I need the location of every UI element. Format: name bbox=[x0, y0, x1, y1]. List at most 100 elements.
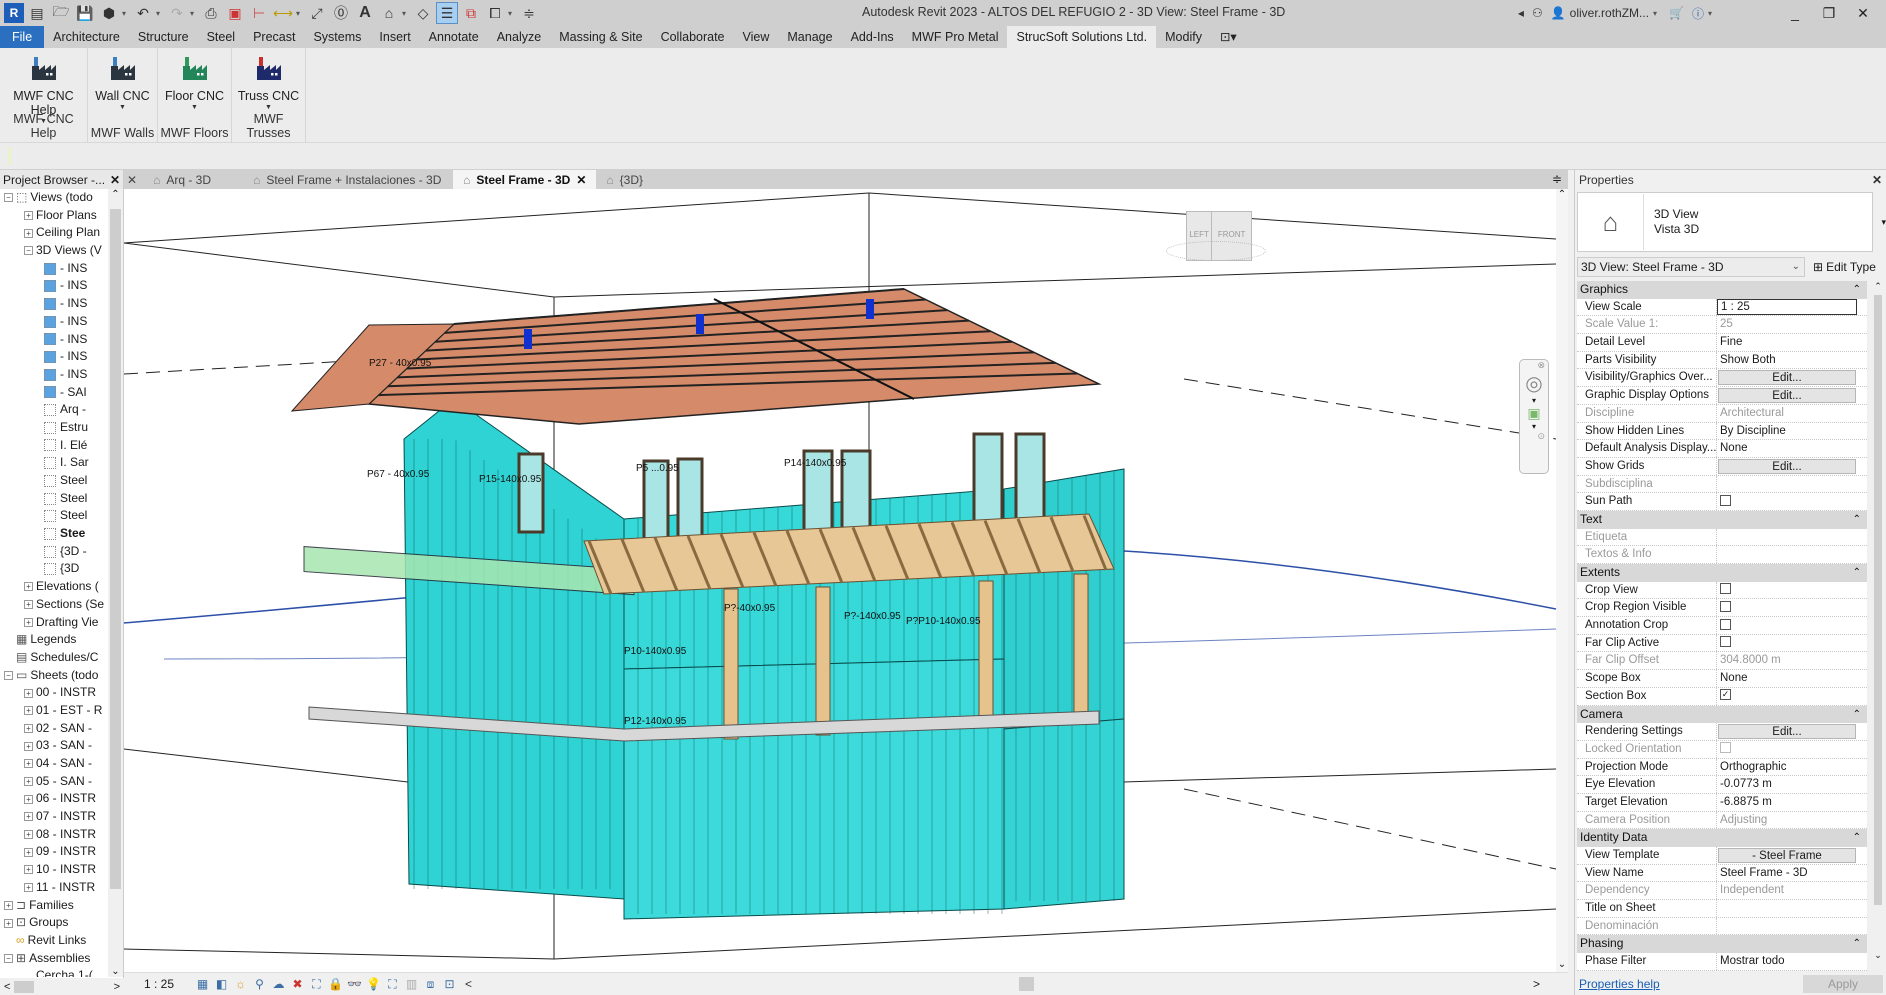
expand-icon[interactable]: + bbox=[24, 723, 33, 733]
viewcube[interactable]: LEFT FRONT bbox=[1166, 211, 1266, 261]
viewport-scroll-down-icon[interactable]: ⌄ bbox=[1556, 959, 1568, 970]
help-icon[interactable]: ⓘ ▾ bbox=[1692, 5, 1716, 22]
browser-item[interactable]: + Sections (Se bbox=[0, 596, 108, 614]
project-browser-hscroll[interactable]: < > bbox=[0, 978, 124, 995]
property-edit-button[interactable]: Edit... bbox=[1718, 724, 1856, 739]
temporary-hide-icon[interactable]: 👓 bbox=[346, 976, 363, 993]
window[interactable] bbox=[972, 432, 1004, 531]
panel-tag[interactable]: P?P10-140x0.95 bbox=[906, 616, 981, 627]
scroll-down-icon[interactable]: ⌄ bbox=[108, 966, 123, 977]
collapse-icon[interactable]: < bbox=[460, 976, 477, 993]
sync-caret-icon[interactable]: ▾ bbox=[122, 9, 130, 18]
browser-item[interactable]: +05 - SAN - bbox=[0, 773, 108, 791]
redo-caret-icon[interactable]: ▾ bbox=[190, 9, 198, 18]
browser-item[interactable]: I. Elé bbox=[0, 437, 108, 455]
browser-item[interactable]: - INS bbox=[0, 313, 108, 331]
user-menu[interactable]: 👤 oliver.rothZM... ▾ bbox=[1551, 6, 1661, 20]
property-checkbox[interactable] bbox=[1720, 494, 1731, 506]
browser-item[interactable]: +00 - INSTR bbox=[0, 684, 108, 702]
browser-item[interactable]: - SAI bbox=[0, 384, 108, 402]
expand-icon[interactable]: + bbox=[24, 777, 33, 787]
section-icon[interactable]: ◇ bbox=[412, 2, 434, 24]
browser-item[interactable]: Estru bbox=[0, 419, 108, 437]
panel-tag[interactable]: P5 ...0.95 bbox=[636, 463, 679, 474]
expand-icon[interactable]: + bbox=[4, 900, 13, 910]
expand-icon[interactable]: + bbox=[24, 759, 33, 769]
property-value[interactable]: None bbox=[1720, 672, 1748, 684]
zoom-caret-icon[interactable]: ▾ bbox=[1520, 422, 1548, 431]
crop-region-icon[interactable]: ⛶ bbox=[308, 976, 325, 993]
browser-item[interactable]: Steel bbox=[0, 507, 108, 525]
zoom-region-icon[interactable]: ▣ bbox=[1520, 405, 1548, 422]
property-value[interactable]: -0.0773 m bbox=[1720, 778, 1772, 790]
lock-view-icon[interactable]: 🔒 bbox=[327, 976, 344, 993]
collapse-icon[interactable]: − bbox=[24, 246, 33, 256]
property-value[interactable]: Show Both bbox=[1720, 354, 1776, 366]
project-browser-scroll-thumb[interactable] bbox=[110, 209, 121, 889]
expand-icon[interactable]: + bbox=[24, 830, 33, 840]
ribbon-tab-mwf-pro-metal[interactable]: MWF Pro Metal bbox=[903, 26, 1008, 48]
panel-tag[interactable]: P15-140x0.95 bbox=[479, 474, 542, 485]
ribbon-tab-structure[interactable]: Structure bbox=[129, 26, 198, 48]
expand-icon[interactable]: + bbox=[24, 600, 33, 610]
browser-item[interactable]: +04 - SAN - bbox=[0, 755, 108, 773]
browser-item[interactable]: Steel bbox=[0, 472, 108, 490]
collapse-group-icon[interactable]: ⌃ bbox=[1853, 829, 1861, 847]
browser-item[interactable]: + ⊐ Families bbox=[0, 897, 108, 915]
props-scroll-thumb[interactable] bbox=[1874, 295, 1882, 905]
expand-icon[interactable]: + bbox=[24, 865, 33, 875]
property-value[interactable]: -6.8875 m bbox=[1720, 796, 1772, 808]
edit-type-button[interactable]: ⊞ Edit Type bbox=[1813, 260, 1876, 274]
ribbon-button-wall-cnc[interactable]: Wall CNC ▼ bbox=[88, 56, 157, 111]
pergola-post[interactable] bbox=[978, 580, 994, 727]
ribbon-tab-insert[interactable]: Insert bbox=[370, 26, 419, 48]
browser-item[interactable]: + Ceiling Plan bbox=[0, 224, 108, 242]
3d-view-icon[interactable]: ⌂ bbox=[378, 2, 400, 24]
switch-windows-caret-icon[interactable]: ▾ bbox=[508, 9, 516, 18]
type-selector[interactable]: ⌂ 3D View Vista 3D ▾ bbox=[1577, 192, 1886, 252]
browser-item[interactable]: - INS bbox=[0, 260, 108, 278]
browser-item[interactable]: +11 - INSTR bbox=[0, 879, 108, 897]
ribbon-tab-file[interactable]: File bbox=[0, 26, 45, 48]
viewport-scroll-up-icon[interactable]: ⌃ bbox=[1556, 189, 1568, 200]
dimension-caret-icon[interactable]: ▾ bbox=[296, 9, 304, 18]
panel-tag[interactable]: P?-40x0.95 bbox=[724, 603, 776, 614]
panel-tag[interactable]: P67 - 40x0.95 bbox=[367, 469, 430, 480]
expand-icon[interactable]: + bbox=[24, 847, 33, 857]
collapse-group-icon[interactable]: ⌃ bbox=[1853, 564, 1861, 582]
browser-item[interactable]: − ▭ Sheets (todo bbox=[0, 667, 108, 685]
scroll-right-icon[interactable]: > bbox=[114, 981, 120, 993]
expand-icon[interactable]: + bbox=[24, 883, 33, 893]
property-group-graphics[interactable]: Graphics ⌃ bbox=[1577, 281, 1867, 299]
browser-item[interactable]: +07 - INSTR bbox=[0, 808, 108, 826]
browser-item[interactable]: I. Sar bbox=[0, 454, 108, 472]
properties-help-link[interactable]: Properties help bbox=[1579, 977, 1660, 991]
browser-item[interactable]: +06 - INSTR bbox=[0, 790, 108, 808]
browser-item[interactable]: Cercha 1-( bbox=[0, 967, 108, 977]
property-value[interactable]: Fine bbox=[1720, 336, 1742, 348]
browser-item[interactable]: + ⊡ Groups bbox=[0, 914, 108, 932]
text-icon[interactable]: A bbox=[354, 2, 376, 24]
property-group-extents[interactable]: Extents ⌃ bbox=[1577, 564, 1867, 582]
redo-icon[interactable]: ↷ bbox=[166, 2, 188, 24]
3d-viewport[interactable]: P27 - 40x0.95 P67 - 40x0.95 P15-140x0.95 P5… bbox=[124, 189, 1556, 972]
browser-item[interactable]: {3D - bbox=[0, 543, 108, 561]
expand-icon[interactable]: + bbox=[24, 582, 33, 592]
view-tab[interactable]: ⌂ Steel Frame + Instalaciones - 3D bbox=[243, 170, 453, 189]
collapse-group-icon[interactable]: ⌃ bbox=[1853, 281, 1861, 299]
ribbon-button-truss-cnc[interactable]: Truss CNC ▼ bbox=[232, 56, 305, 111]
expand-icon[interactable]: + bbox=[4, 918, 13, 928]
window[interactable] bbox=[517, 452, 545, 534]
aligned-dimension-icon[interactable]: ⟷ bbox=[272, 2, 294, 24]
browser-item[interactable]: - INS bbox=[0, 331, 108, 349]
expand-icon[interactable]: + bbox=[24, 794, 33, 804]
wall-panel-front-lower[interactable] bbox=[623, 658, 1005, 920]
apply-button[interactable]: Apply bbox=[1803, 975, 1883, 993]
panel-tag[interactable]: P27 - 40x0.95 bbox=[369, 358, 432, 369]
property-value[interactable]: By Discipline bbox=[1720, 425, 1786, 437]
browser-item[interactable]: {3D bbox=[0, 560, 108, 578]
hscroll-thumb[interactable] bbox=[1019, 977, 1034, 991]
browser-item[interactable]: +08 - INSTR bbox=[0, 826, 108, 844]
undo-icon[interactable]: ↶ bbox=[132, 2, 154, 24]
hscroll-right-icon[interactable]: > bbox=[1533, 977, 1540, 991]
